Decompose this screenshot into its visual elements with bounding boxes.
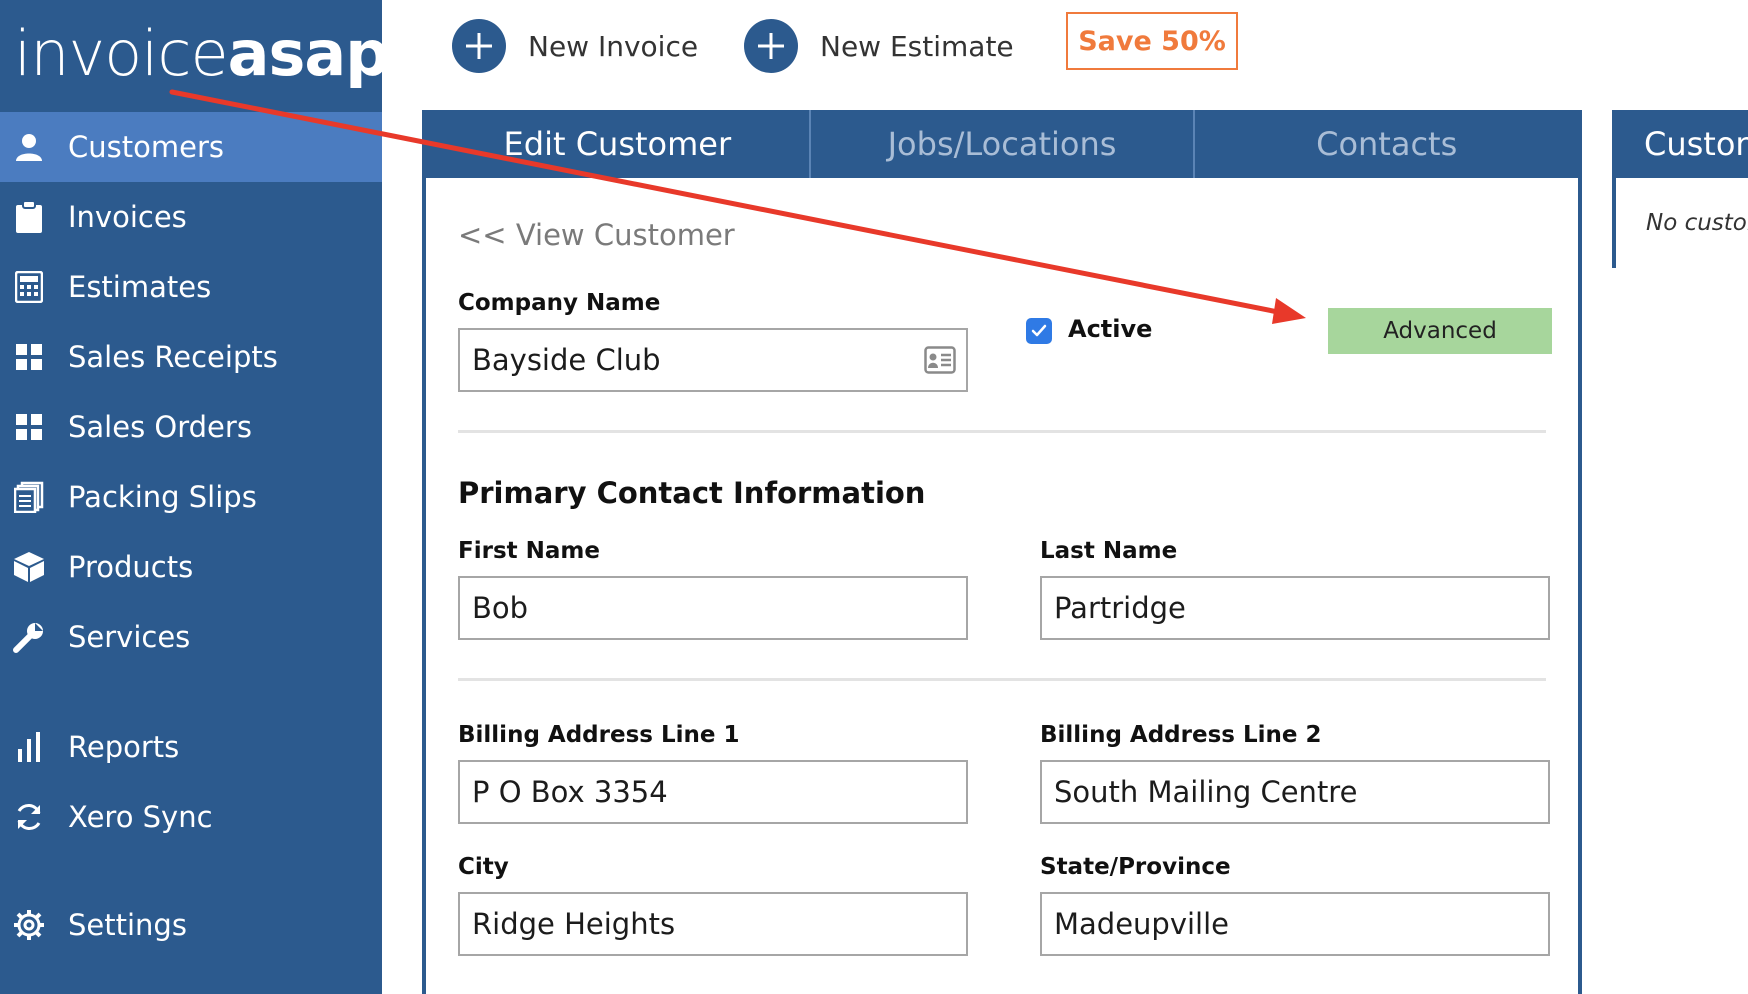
sidebar-item-label: Xero Sync [68,800,213,834]
sidebar-item-sales-orders[interactable]: Sales Orders [0,392,382,462]
new-estimate-label: New Estimate [820,29,1014,63]
active-checkbox[interactable] [1026,318,1052,344]
tab-bar: Edit Customer Jobs/Locations Contacts [426,110,1578,178]
sidebar-item-label: Services [68,620,191,654]
state-province-label: State/Province [1040,854,1231,880]
advanced-button[interactable]: Advanced [1328,308,1552,354]
city-label: City [458,854,509,880]
sidebar: invoiceasap Customers Invoices Estimates… [0,0,390,994]
gear-icon [12,908,46,942]
state-province-field[interactable]: Madeupville [1040,892,1550,956]
new-invoice-label: New Invoice [528,29,699,63]
customer-list-panel: Custon No custor [1612,110,1748,268]
first-name-value: Bob [472,591,529,625]
edit-customer-panel: Edit Customer Jobs/Locations Contacts <<… [422,110,1582,994]
company-name-field[interactable]: Bayside Club [458,328,968,392]
sidebar-item-products[interactable]: Products [0,532,382,602]
sidebar-item-xero-sync[interactable]: Xero Sync [0,782,382,852]
billing-address-1-field[interactable]: P O Box 3354 [458,760,968,824]
sidebar-item-reports[interactable]: Reports [0,712,382,782]
billing-address-1-label: Billing Address Line 1 [458,722,740,748]
section-title-primary-contact: Primary Contact Information [458,476,926,510]
stack-icon [12,480,46,514]
sidebar-item-label: Invoices [68,200,187,234]
app-logo[interactable]: invoiceasap [14,14,390,94]
new-invoice-button[interactable]: New Invoice [452,18,698,74]
sidebar-item-label: Reports [68,730,180,764]
customer-list-header: Custon [1616,110,1748,178]
sidebar-item-settings[interactable]: Settings [0,890,382,960]
contact-card-icon[interactable] [924,346,956,381]
checkmark-icon [1031,324,1047,337]
sidebar-item-packing-slips[interactable]: Packing Slips [0,462,382,532]
plus-icon [452,19,506,73]
first-name-label: First Name [458,538,600,564]
tab-edit-customer[interactable]: Edit Customer [426,110,811,178]
tab-jobs-locations[interactable]: Jobs/Locations [811,110,1196,178]
last-name-value: Partridge [1054,591,1186,625]
sync-icon [12,800,46,834]
sidebar-item-invoices[interactable]: Invoices [0,182,382,252]
state-province-value: Madeupville [1054,907,1230,941]
new-estimate-button[interactable]: New Estimate [744,18,1014,74]
grid-icon [12,410,46,444]
box-icon [12,550,46,584]
billing-address-2-field[interactable]: South Mailing Centre [1040,760,1550,824]
city-value: Ridge Heights [472,907,676,941]
sidebar-item-customers[interactable]: Customers [0,112,382,182]
city-field[interactable]: Ridge Heights [458,892,968,956]
first-name-field[interactable]: Bob [458,576,968,640]
sidebar-item-label: Settings [68,908,187,942]
no-customers-text: No custor [1646,210,1748,236]
sidebar-item-label: Products [68,550,194,584]
sidebar-item-label: Sales Receipts [68,340,278,374]
last-name-field[interactable]: Partridge [1040,576,1550,640]
sidebar-item-label: Customers [68,130,224,164]
divider [458,678,1546,681]
tab-contacts[interactable]: Contacts [1195,110,1578,178]
user-icon [12,130,46,164]
sidebar-item-estimates[interactable]: Estimates [0,252,382,322]
plus-icon [744,19,798,73]
company-name-label: Company Name [458,290,661,316]
company-name-value: Bayside Club [472,343,661,377]
logo-text-thin: invoice [14,17,229,90]
sidebar-item-label: Estimates [68,270,212,304]
sidebar-item-label: Packing Slips [68,480,257,514]
divider [458,430,1546,433]
billing-address-1-value: P O Box 3354 [472,775,668,809]
billing-address-2-value: South Mailing Centre [1054,775,1358,809]
sidebar-item-label: Sales Orders [68,410,252,444]
clipboard-icon [12,200,46,234]
logo-text-bold: asap [227,17,390,90]
grid-icon [12,340,46,374]
active-label: Active [1068,315,1153,343]
sidebar-item-sales-receipts[interactable]: Sales Receipts [0,322,382,392]
save-50-button[interactable]: Save 50% [1066,12,1238,70]
wrench-icon [12,620,46,654]
sidebar-item-services[interactable]: Services [0,602,382,672]
bar-chart-icon [12,730,46,764]
calculator-icon [12,270,46,304]
last-name-label: Last Name [1040,538,1178,564]
view-customer-link[interactable]: << View Customer [458,218,735,252]
billing-address-2-label: Billing Address Line 2 [1040,722,1322,748]
